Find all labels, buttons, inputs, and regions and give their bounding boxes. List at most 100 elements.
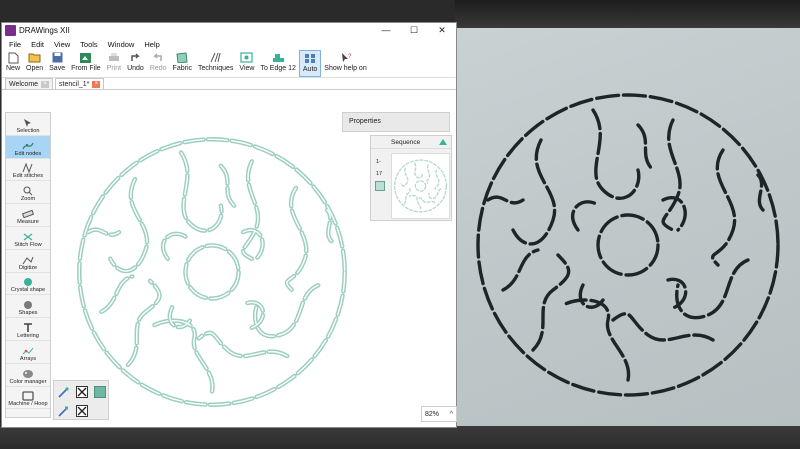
maximize-button[interactable]: ☐: [400, 23, 428, 38]
sidebar-item-label: Color manager: [9, 378, 47, 385]
open-label: Open: [26, 65, 44, 72]
sidebar-item-digitize[interactable]: Digitize: [6, 250, 50, 273]
help-pointer-icon: ?: [339, 51, 353, 64]
fabric-label: Fabric: [172, 65, 192, 72]
redo-button[interactable]: Redo: [147, 50, 170, 77]
minimize-button[interactable]: —: [372, 23, 400, 38]
sequence-thumbnail[interactable]: [391, 153, 450, 219]
sidebar-item-measure[interactable]: Measure: [6, 204, 50, 227]
menu-tools[interactable]: Tools: [75, 40, 103, 49]
node-edit-toolbar: [53, 380, 109, 420]
save-button[interactable]: Save: [46, 50, 68, 77]
view-eye-icon: [240, 51, 254, 64]
sidebar-item-stitch-flow[interactable]: Stitch Flow: [6, 227, 50, 250]
main-toolbar: New Open Save From File Print Undo Redo: [2, 50, 456, 78]
tab-stencil[interactable]: stencil_1* ×: [55, 78, 105, 89]
zoom-level-control[interactable]: 82% ^: [421, 406, 457, 422]
sequence-color-swatch[interactable]: [375, 181, 385, 191]
sidebar-item-zoom[interactable]: Zoom: [6, 181, 50, 205]
menu-help[interactable]: Help: [139, 40, 164, 49]
auto-button[interactable]: Auto: [298, 50, 322, 77]
save-label: Save: [49, 65, 66, 72]
machine-hoop-icon: [22, 391, 35, 402]
techniques-label: Techniques: [198, 65, 234, 72]
tab-stencil-close-icon[interactable]: ×: [92, 80, 101, 88]
save-disk-icon: [50, 51, 64, 64]
sequence-thumbnail-image: [393, 159, 448, 213]
design-canvas[interactable]: Selection Edit nodes Edit stitches Zoom …: [2, 91, 456, 427]
tab-welcome[interactable]: Welcome ×: [5, 78, 54, 89]
physical-stencil-image: [476, 93, 780, 397]
redo-label: Redo: [149, 65, 167, 72]
collapse-triangle-icon[interactable]: [439, 139, 447, 145]
measure-ruler-icon: [22, 209, 35, 219]
edit-nodes-icon: [22, 141, 35, 151]
tab-welcome-close-icon[interactable]: ×: [41, 80, 50, 88]
menu-edit[interactable]: Edit: [26, 40, 49, 49]
svg-text:?: ?: [348, 54, 352, 60]
from-file-label: From File: [71, 65, 101, 72]
sidebar-item-label: Crystal shape: [10, 287, 46, 294]
zoom-chevron-up-icon[interactable]: ^: [450, 411, 453, 418]
sidebar-item-label: Lettering: [17, 332, 39, 339]
view-button[interactable]: View: [236, 50, 257, 77]
open-folder-icon: [28, 51, 42, 64]
menu-file[interactable]: File: [4, 40, 26, 49]
fabric-button[interactable]: Fabric: [170, 50, 195, 77]
sidebar-item-label: Machine / Hoop: [8, 401, 48, 408]
document-tabs: Welcome × stencil_1* ×: [2, 78, 456, 90]
techniques-button[interactable]: Techniques: [195, 50, 236, 77]
close-button[interactable]: ✕: [428, 23, 456, 38]
sidebar-item-color-manager[interactable]: Color manager: [6, 364, 50, 387]
sidebar-item-label: Stitch Flow: [14, 241, 42, 248]
to-edge-button[interactable]: To Edge 12: [257, 50, 298, 77]
sidebar-item-lettering[interactable]: Lettering: [6, 318, 50, 341]
remove-segment-icon[interactable]: [76, 405, 88, 417]
properties-title: Properties: [349, 118, 381, 125]
tab-welcome-label: Welcome: [9, 80, 39, 88]
fabric-swatch-icon: [175, 51, 189, 64]
sidebar-item-label: Measure: [17, 218, 39, 225]
delete-node-icon[interactable]: [76, 386, 88, 398]
stencil-design: [77, 137, 347, 407]
print-button[interactable]: Print: [104, 50, 124, 77]
sidebar-item-label: Shapes: [18, 310, 38, 317]
sidebar-item-crystal-shape[interactable]: Crystal shape: [6, 273, 50, 296]
open-button[interactable]: Open: [23, 50, 46, 77]
properties-panel-header[interactable]: Properties: [342, 112, 450, 132]
new-button[interactable]: New: [3, 50, 23, 77]
undo-arrow-icon: [128, 51, 142, 64]
from-file-icon: [79, 51, 93, 64]
print-label: Print: [106, 65, 122, 72]
techniques-needle-icon: [209, 51, 223, 64]
fill-color-swatch[interactable]: [94, 386, 106, 398]
sequence-range-start: 1-: [376, 159, 381, 165]
convert-node-icon[interactable]: [57, 405, 69, 417]
stitch-flow-icon: [22, 232, 35, 242]
window-title: DRAWings XII: [19, 26, 70, 35]
sidebar-item-edit-nodes[interactable]: Edit nodes: [6, 135, 50, 159]
redo-arrow-icon: [151, 51, 165, 64]
photo-background-top: [455, 0, 800, 28]
sidebar-item-shapes[interactable]: Shapes: [6, 295, 50, 319]
sidebar-item-label: Edit nodes: [14, 150, 42, 157]
sequence-header[interactable]: Sequence: [371, 136, 451, 149]
app-window: DRAWings XII — ☐ ✕ File Edit View Tools …: [1, 22, 457, 428]
sidebar-item-label: Selection: [16, 127, 40, 134]
undo-button[interactable]: Undo: [124, 50, 147, 77]
sidebar-item-selection[interactable]: Selection: [6, 113, 50, 136]
sidebar-item-arrays[interactable]: Arrays: [6, 341, 50, 364]
selection-arrow-icon: [22, 118, 35, 128]
sidebar-item-label: Zoom: [20, 196, 36, 203]
sidebar-item-machine-hoop[interactable]: Machine / Hoop: [6, 387, 50, 410]
sidebar-item-edit-stitches[interactable]: Edit stitches: [6, 159, 50, 182]
add-node-icon[interactable]: [57, 386, 69, 398]
new-file-icon: [6, 51, 20, 64]
from-file-button[interactable]: From File: [68, 50, 104, 77]
to-edge-label: To Edge 12: [260, 65, 296, 72]
show-help-button[interactable]: ? Show help on: [321, 50, 369, 77]
sidebar-item-label: Edit stitches: [12, 173, 44, 180]
menu-window[interactable]: Window: [103, 40, 140, 49]
zoom-level-value: 82%: [425, 410, 440, 418]
menu-view[interactable]: View: [49, 40, 75, 49]
